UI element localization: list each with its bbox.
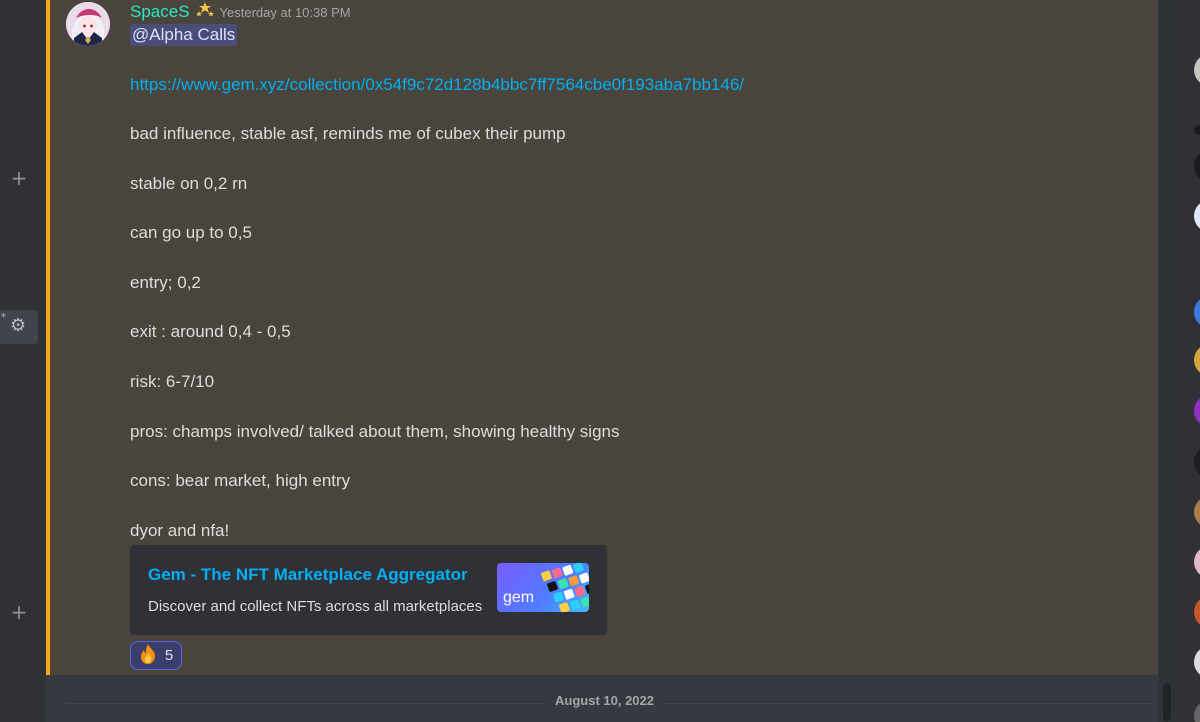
embed-description: Discover and collect NFTs across all mar…	[148, 598, 483, 615]
message-line: risk: 6-7/10	[130, 372, 215, 391]
message-line: exit : around 0,4 - 0,5	[130, 322, 291, 341]
asterisk-icon: *	[1, 312, 6, 323]
message-link[interactable]: https://www.gem.xyz/collection/0x54f9c72…	[130, 74, 744, 96]
member-avatar[interactable]	[1194, 496, 1200, 528]
member-avatar[interactable]	[1194, 54, 1200, 86]
channel-settings-row[interactable]: * ⚙	[0, 310, 38, 344]
scrollbar-track[interactable]	[1158, 0, 1174, 722]
message-header: SpaceS Yesterday at 10:38 PM	[130, 0, 351, 24]
member-list	[1174, 0, 1200, 722]
member-avatar[interactable]	[1194, 446, 1200, 478]
fire-icon	[139, 643, 157, 668]
channel-sidebar: + * ⚙ +	[0, 0, 46, 722]
reaction-count: 5	[164, 647, 174, 664]
embed-thumbnail-logo: gem	[503, 589, 535, 606]
embed-thumbnail[interactable]: gem	[497, 563, 589, 612]
message-line: cons: bear market, high entry	[130, 471, 351, 490]
member-avatar[interactable]	[1194, 150, 1200, 182]
message-line: can go up to 0,5	[130, 223, 252, 242]
sparkle-stars-icon	[195, 2, 214, 22]
plus-icon[interactable]: +	[8, 167, 30, 189]
member-avatar[interactable]	[1194, 344, 1200, 376]
date-divider-label: August 10, 2022	[545, 693, 664, 708]
message-line: pros: champs involved/ talked about them…	[130, 422, 620, 441]
reaction-button[interactable]: 5	[130, 641, 182, 670]
message-line: dyor and nfa!	[130, 521, 230, 540]
embed-title[interactable]: Gem - The NFT Marketplace Aggregator	[148, 565, 468, 585]
gear-icon[interactable]: ⚙	[10, 315, 26, 337]
member-avatar[interactable]	[1194, 395, 1200, 427]
link-embed: Gem - The NFT Marketplace Aggregator Dis…	[130, 545, 607, 635]
scrollbar-thumb[interactable]	[1163, 683, 1171, 721]
member-avatar[interactable]	[1194, 646, 1200, 678]
member-status-dot	[1194, 125, 1200, 135]
plus-icon[interactable]: +	[8, 601, 30, 623]
member-avatar[interactable]	[1194, 546, 1200, 578]
member-avatar[interactable]	[1194, 200, 1200, 232]
message-line: entry; 0,2	[130, 273, 201, 292]
role-mention[interactable]: @Alpha Calls	[130, 24, 238, 46]
member-avatar[interactable]	[1194, 596, 1200, 628]
member-avatar[interactable]	[1194, 296, 1200, 328]
member-avatar[interactable]	[1194, 700, 1200, 722]
message-line: bad influence, stable asf, reminds me of…	[130, 124, 566, 143]
avatar[interactable]	[66, 2, 110, 46]
message-timestamp[interactable]: Yesterday at 10:38 PM	[220, 5, 351, 20]
message-line: stable on 0,2 rn	[130, 174, 248, 193]
username[interactable]: SpaceS	[130, 2, 190, 22]
